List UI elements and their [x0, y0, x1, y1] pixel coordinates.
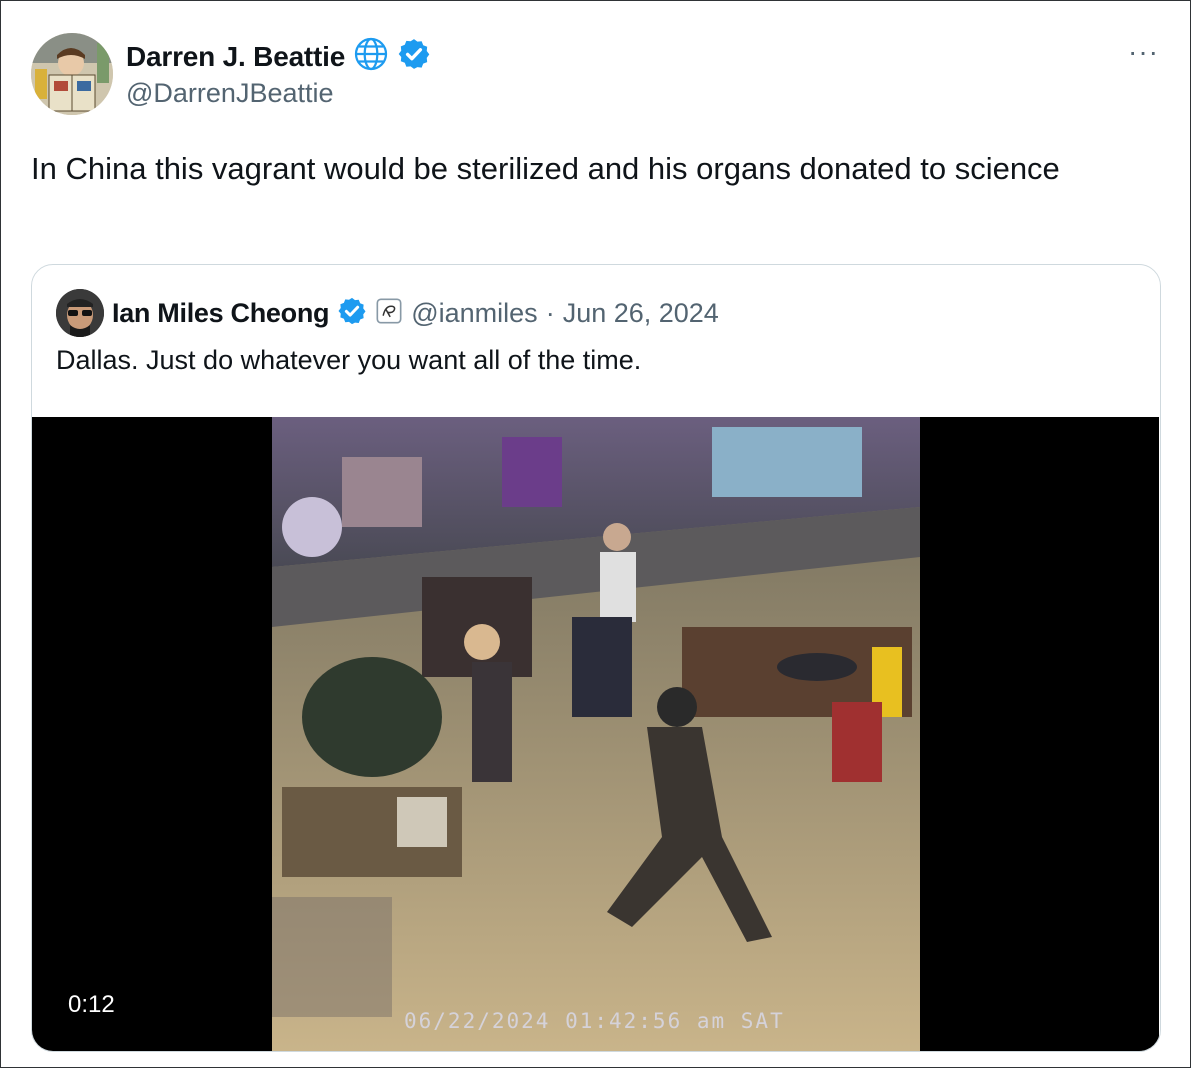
video-frame — [272, 417, 920, 1051]
video-timestamp-overlay: 06/22/2024 01:42:56 am SAT — [404, 1009, 785, 1033]
quoted-author-name[interactable]: Ian Miles Cheong — [112, 298, 330, 329]
video-player[interactable]: 0:12 06/22/2024 01:42:56 am SAT — [32, 417, 1159, 1051]
more-icon[interactable]: ··· — [1128, 38, 1159, 66]
video-duration: 0:12 — [58, 985, 125, 1025]
quoted-tweet[interactable]: Ian Miles Cheong @ianmiles · Jun 26, 202… — [31, 264, 1161, 1052]
globe-icon — [353, 36, 389, 77]
quoted-author-avatar[interactable] — [56, 289, 104, 337]
verified-badge-icon — [397, 37, 431, 76]
tweet-text: In China this vagrant would be sterilize… — [31, 151, 1060, 186]
quoted-author-handle[interactable]: @ianmiles — [411, 298, 537, 329]
quoted-date[interactable]: Jun 26, 2024 — [563, 298, 719, 329]
meta-separator: · — [545, 297, 555, 328]
author-handle[interactable]: @DarrenJBeattie — [126, 78, 334, 109]
author-avatar[interactable] — [31, 33, 113, 115]
author-name[interactable]: Darren J. Beattie — [126, 41, 345, 73]
verified-badge-icon — [337, 296, 367, 331]
affiliate-badge-icon — [375, 297, 403, 330]
quoted-text: Dallas. Just do whatever you want all of… — [56, 345, 642, 375]
